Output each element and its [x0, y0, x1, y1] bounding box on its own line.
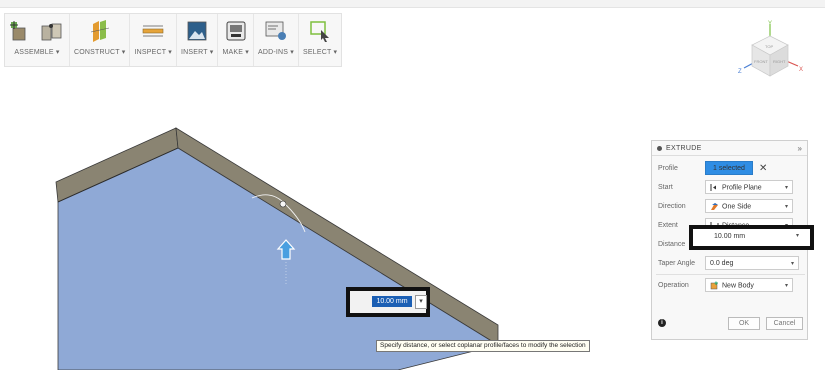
operation-row: Operation New Body ▾: [652, 277, 809, 293]
inline-distance-value[interactable]: 10.00 mm: [372, 296, 412, 307]
profile-select-button[interactable]: 1 selected: [705, 161, 753, 175]
distance-input[interactable]: 10.00 mm ▾: [689, 225, 814, 250]
new-body-icon: [710, 281, 718, 289]
design-canvas[interactable]: [0, 0, 640, 370]
direction-value: One Side: [722, 202, 752, 210]
profile-face[interactable]: [57, 147, 500, 370]
start-row: Start Profile Plane ▾: [652, 179, 809, 195]
taper-value: 0.0 deg: [710, 259, 734, 267]
extrude-panel-title: EXTRUDE: [666, 144, 702, 152]
one-side-icon: [711, 202, 718, 210]
extrude-panel-header: EXTRUDE »: [652, 141, 807, 156]
clear-selection-icon[interactable]: ✕: [759, 163, 767, 174]
panel-status-icon: [657, 145, 662, 151]
inline-distance-dropdown[interactable]: ▾: [415, 295, 427, 309]
collapse-panel-icon[interactable]: »: [798, 144, 802, 153]
direction-row: Direction One Side ▾: [652, 198, 809, 214]
operation-caret-icon: ▾: [784, 282, 788, 289]
profile-selected-value: 1 selected: [713, 164, 745, 172]
manipulator-dot[interactable]: [279, 200, 287, 208]
selection-tooltip: Specify distance, or select coplanar pro…: [376, 340, 590, 352]
taper-row: Taper Angle 0.0 deg ▾: [652, 255, 809, 271]
viewcube-top-label: TOP: [765, 44, 773, 49]
taper-caret-icon: ▾: [790, 260, 794, 267]
profile-label: Profile: [658, 164, 678, 172]
start-value: Profile Plane: [722, 183, 762, 191]
taper-label: Taper Angle: [658, 259, 695, 267]
operation-select[interactable]: New Body ▾: [705, 278, 793, 292]
viewcube-y-label: Y: [768, 21, 772, 27]
info-icon[interactable]: i: [658, 319, 666, 327]
panel-divider: [656, 274, 805, 275]
start-select[interactable]: Profile Plane ▾: [705, 180, 793, 194]
start-label: Start: [658, 183, 673, 191]
direction-caret-icon: ▾: [784, 203, 788, 210]
profile-plane-icon: [710, 183, 716, 191]
distance-caret-icon[interactable]: ▾: [796, 232, 799, 239]
distance-value: 10.00 mm: [714, 233, 746, 240]
inline-distance-input[interactable]: 10.00 mm ▾: [346, 287, 430, 317]
viewcube-right-label: RIGHT: [773, 59, 786, 64]
ok-button[interactable]: OK: [728, 316, 760, 330]
viewcube-x-label: X: [799, 67, 803, 73]
viewcube-front-label: FRONT: [754, 59, 768, 64]
operation-value: New Body: [722, 281, 754, 289]
start-caret-icon: ▾: [784, 184, 788, 191]
viewcube-z-label: Z: [738, 69, 742, 75]
taper-input[interactable]: 0.0 deg ▾: [705, 256, 799, 270]
direction-label: Direction: [658, 202, 686, 210]
operation-label: Operation: [658, 281, 689, 289]
panel-footer: i OK Cancel: [652, 313, 807, 333]
direction-select[interactable]: One Side ▾: [705, 199, 793, 213]
viewcube[interactable]: Y X Z TOP FRONT RIGHT: [728, 18, 808, 92]
cancel-button[interactable]: Cancel: [766, 316, 803, 330]
profile-row: Profile 1 selected ✕: [652, 160, 809, 176]
